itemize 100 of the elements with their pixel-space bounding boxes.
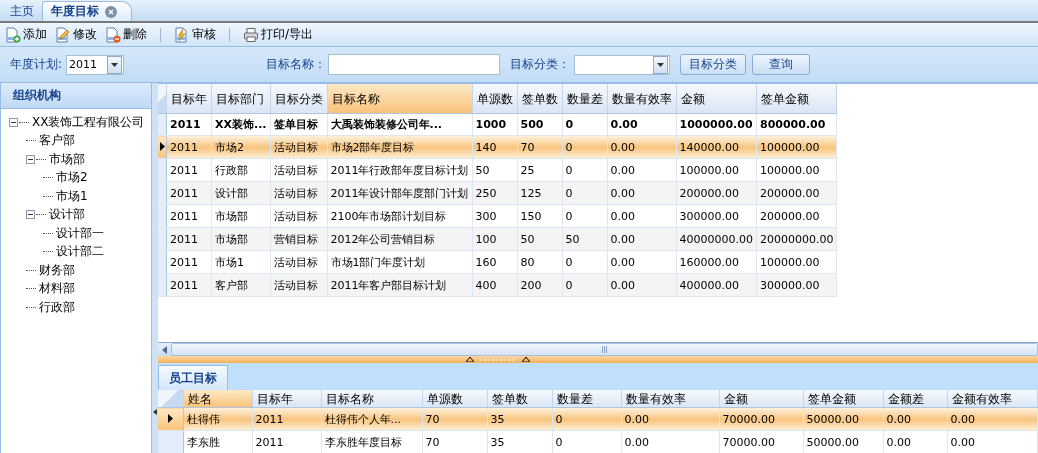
- table-cell: 2100年市场部计划目标: [327, 204, 472, 228]
- table-cell: 70: [422, 430, 487, 453]
- year-dropdown[interactable]: 2011: [66, 54, 125, 75]
- column-header[interactable]: 单源数: [472, 84, 517, 114]
- column-header[interactable]: 目标部门: [211, 84, 270, 114]
- total-cell: 500: [517, 113, 562, 136]
- table-cell: 200000.00: [756, 204, 837, 228]
- table-cell: 0.00: [607, 204, 676, 228]
- table-cell: 李东胜: [183, 430, 252, 453]
- table-cell: 0: [562, 250, 607, 274]
- tree-item[interactable]: 市场1: [55, 187, 89, 205]
- tree-item[interactable]: 市场部: [48, 150, 86, 168]
- grip-icon: [601, 346, 608, 353]
- column-header[interactable]: 目标名称: [327, 84, 472, 114]
- column-header[interactable]: 目标分类: [270, 84, 327, 114]
- scroll-left-icon[interactable]: [162, 345, 167, 354]
- table-cell: 2012年公司营销目标: [327, 227, 472, 251]
- collapse-icon[interactable]: [9, 117, 18, 127]
- table-cell: 2011: [166, 158, 212, 182]
- column-header[interactable]: 数量有效率: [607, 84, 676, 114]
- total-cell: 1000000.00: [676, 113, 757, 136]
- table-cell: 市场部: [211, 204, 270, 228]
- column-header[interactable]: 数量有效率: [621, 390, 719, 408]
- column-header[interactable]: 签单数: [517, 84, 562, 114]
- toolbar-button[interactable]: 删除: [102, 25, 150, 44]
- column-header[interactable]: 单源数: [422, 390, 487, 408]
- total-cell: 签单目标: [270, 113, 327, 136]
- collapse-up-icon[interactable]: [522, 357, 530, 362]
- column-header[interactable]: 目标年: [252, 390, 321, 408]
- total-cell: XX装饰...: [211, 113, 270, 136]
- column-header[interactable]: 数量差: [552, 390, 621, 408]
- tree-item[interactable]: 行政部: [38, 298, 76, 316]
- table-cell: 2011: [166, 204, 212, 228]
- table-cell: 0.00: [607, 158, 676, 182]
- grip-icon: [480, 358, 516, 361]
- close-icon[interactable]: [105, 5, 117, 18]
- table-cell: 2011年客户部目标计划: [327, 273, 472, 297]
- tree-item[interactable]: 设计部一: [55, 224, 105, 242]
- toolbar-button[interactable]: 审核: [171, 25, 219, 44]
- tree-item[interactable]: 客户部: [38, 132, 76, 150]
- column-header[interactable]: 数量差: [562, 84, 607, 114]
- column-header[interactable]: 签单金额: [756, 84, 837, 114]
- tree-item[interactable]: 材料部: [38, 280, 76, 298]
- target-name-field[interactable]: [328, 54, 501, 75]
- table-cell: 活动目标: [270, 250, 327, 274]
- total-cell: 800000.00: [756, 113, 837, 136]
- table-cell: 80: [517, 250, 562, 274]
- tree-item[interactable]: XX装饰工程有限公司: [31, 113, 146, 131]
- tree-item[interactable]: 设计部: [48, 206, 86, 224]
- table-cell: 2011: [252, 430, 321, 453]
- tree-item[interactable]: 市场2: [55, 169, 89, 187]
- filter-button[interactable]: 目标分类: [680, 54, 747, 75]
- tab[interactable]: 主页: [2, 1, 42, 21]
- collapse-icon[interactable]: [26, 154, 35, 164]
- field-label: 年度计划:: [10, 56, 63, 73]
- add-document-icon: [5, 26, 21, 43]
- column-header[interactable]: 金额差: [883, 390, 947, 408]
- row-header[interactable]: [158, 407, 183, 431]
- toolbar-button[interactable]: 添加: [2, 25, 50, 44]
- table-cell: 活动目标: [270, 158, 327, 182]
- column-header[interactable]: 签单金额: [803, 390, 883, 408]
- table-cell: 160000.00: [676, 250, 757, 274]
- row-header: [158, 113, 167, 136]
- total-cell: 0.00: [607, 113, 676, 136]
- table-cell: 李东胜年度目标: [321, 430, 422, 453]
- table-cell: 0.00: [883, 430, 947, 453]
- column-header[interactable]: 金额: [676, 84, 757, 114]
- table-cell: 活动目标: [270, 204, 327, 228]
- filter-button[interactable]: 查询: [752, 54, 811, 75]
- column-header[interactable]: 姓名: [183, 390, 252, 408]
- collapse-up-icon[interactable]: [466, 357, 474, 362]
- category-dropdown[interactable]: [574, 54, 671, 75]
- total-cell: 0: [562, 113, 607, 136]
- table-cell: 70000.00: [719, 430, 803, 453]
- column-header[interactable]: 金额: [719, 390, 803, 408]
- toolbar-button[interactable]: 修改: [52, 25, 100, 44]
- remove-document-icon: [105, 26, 121, 43]
- tab[interactable]: 年度目标: [42, 1, 132, 21]
- column-header[interactable]: 目标年: [166, 84, 212, 114]
- row-header[interactable]: [158, 135, 167, 159]
- table-cell: 0.00: [621, 430, 719, 453]
- tree-item[interactable]: 设计部二: [55, 243, 105, 261]
- table-cell: 0: [562, 158, 607, 182]
- table-cell: 25: [517, 158, 562, 182]
- toolbar-button[interactable]: 打印/导出: [240, 25, 317, 44]
- column-header[interactable]: 目标名称: [321, 390, 422, 408]
- table-cell: 300000.00: [676, 204, 757, 228]
- select-all-corner[interactable]: [158, 84, 167, 114]
- table-cell: 160: [472, 250, 517, 274]
- tab[interactable]: 员工目标: [158, 365, 228, 390]
- table-cell: 0: [552, 430, 621, 453]
- collapse-icon[interactable]: [26, 210, 35, 220]
- tree-item[interactable]: 财务部: [38, 261, 76, 279]
- table-cell: 2011年设计部年度部门计划: [327, 181, 472, 205]
- column-header[interactable]: 金额有效率: [947, 390, 1037, 408]
- horizontal-scrollbar[interactable]: [158, 342, 1038, 356]
- column-header[interactable]: 签单数: [487, 390, 552, 408]
- table-cell: 2011: [166, 250, 212, 274]
- table-cell: 0.00: [947, 430, 1037, 453]
- table-cell: 0.00: [607, 250, 676, 274]
